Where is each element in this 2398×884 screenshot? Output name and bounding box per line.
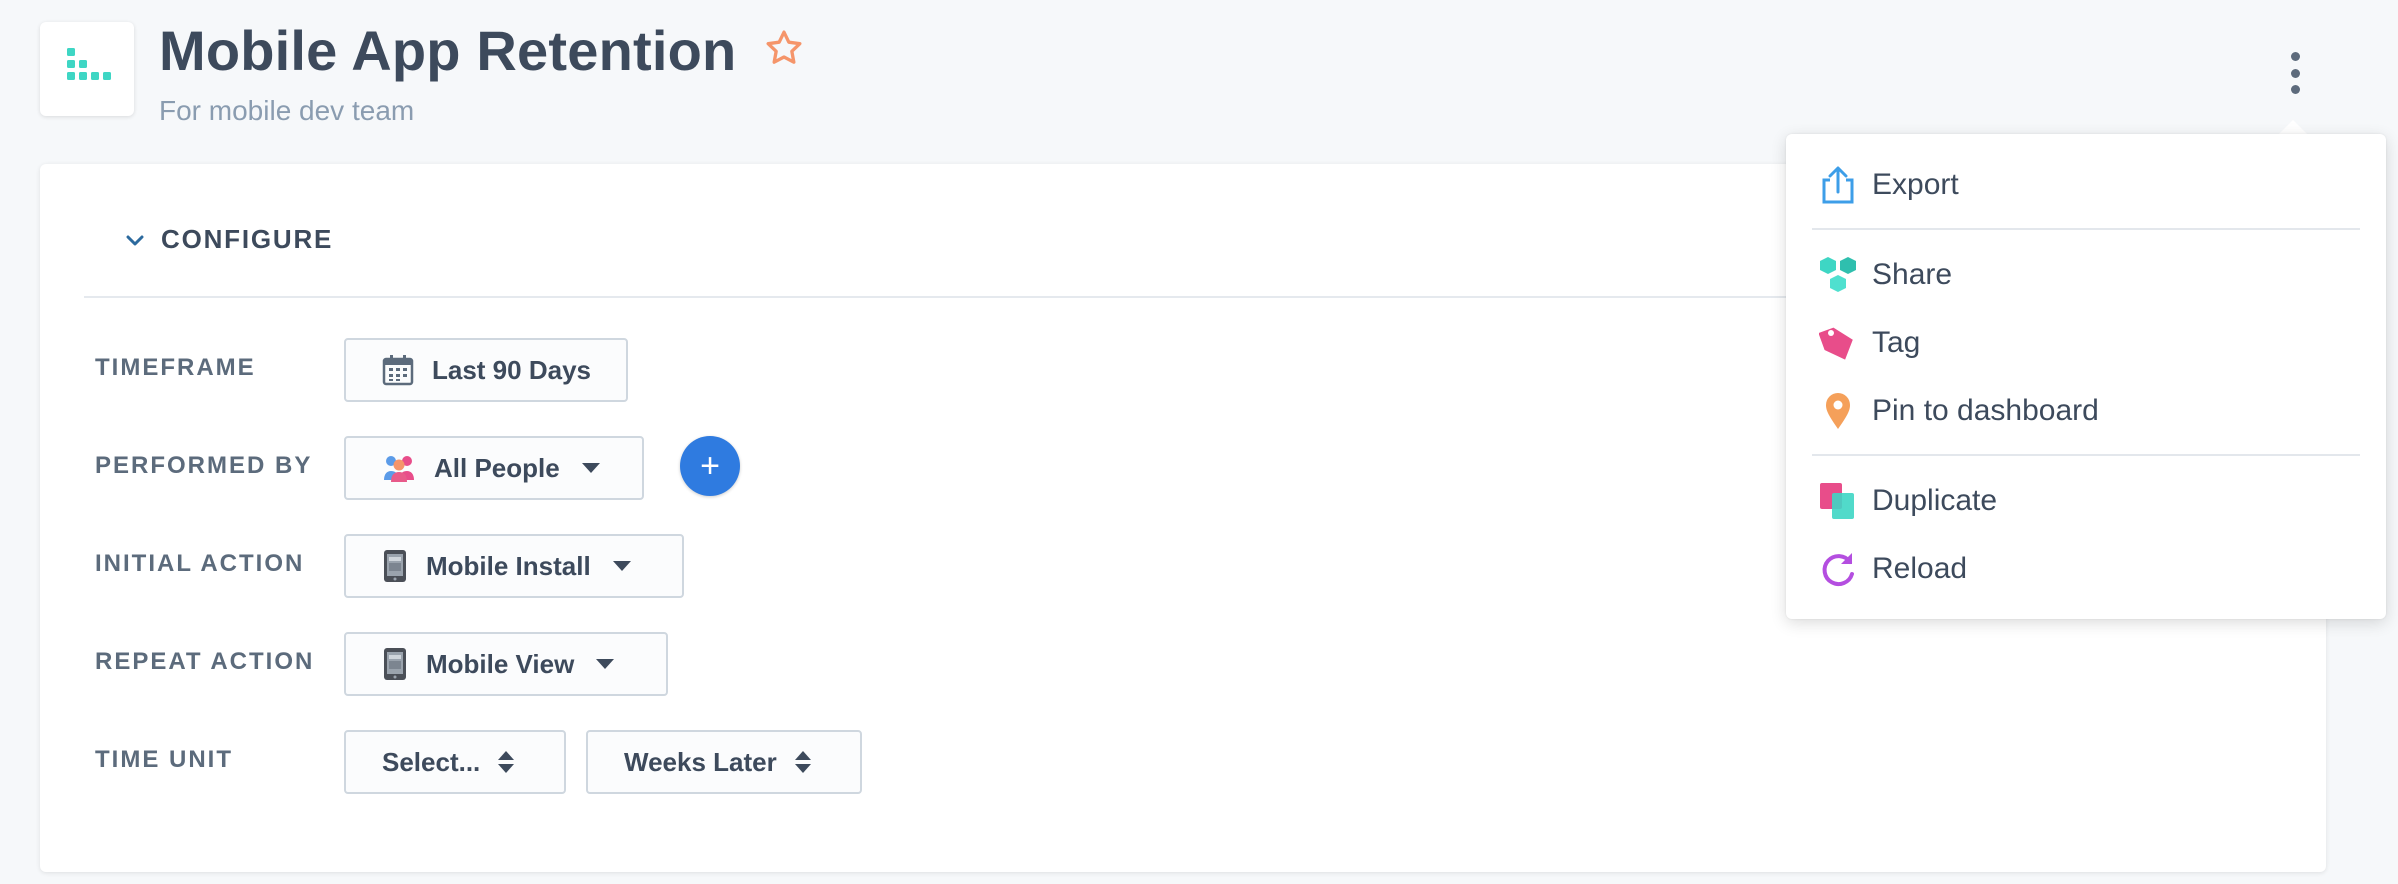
tag-icon xyxy=(1818,323,1858,363)
menu-item-pin-to-dashboard[interactable]: Pin to dashboard xyxy=(1786,381,2386,441)
initial-action-label: INITIAL ACTION xyxy=(95,550,305,577)
performed-by-value: All People xyxy=(434,452,560,483)
menu-item-label: Pin to dashboard xyxy=(1872,394,2099,427)
initial-action-value: Mobile Install xyxy=(426,550,591,581)
configure-label: CONFIGURE xyxy=(161,224,334,254)
page-subtitle: For mobile dev team xyxy=(159,95,415,126)
menu-divider xyxy=(1812,454,2360,456)
menu-item-tag[interactable]: Tag xyxy=(1786,313,2386,373)
pin-icon xyxy=(1818,391,1858,431)
favorite-star-icon[interactable] xyxy=(764,28,804,68)
time-unit-label: TIME UNIT xyxy=(95,746,233,773)
menu-item-share[interactable]: Share xyxy=(1786,245,2386,305)
caret-down-icon xyxy=(596,659,615,669)
reload-icon xyxy=(1818,549,1858,589)
time-unit-select-value: Select... xyxy=(382,746,481,777)
timeframe-button[interactable]: Last 90 Days xyxy=(344,338,628,402)
menu-item-label: Reload xyxy=(1872,552,1968,585)
export-icon xyxy=(1818,165,1858,205)
options-menu: Export Share Tag Pin to dashboard Duplic… xyxy=(1786,134,2386,619)
timeframe-label: TIMEFRAME xyxy=(95,354,256,381)
repeat-action-dropdown[interactable]: Mobile View xyxy=(344,632,668,696)
repeat-action-label: REPEAT ACTION xyxy=(95,648,315,675)
menu-item-label: Export xyxy=(1872,168,1959,201)
menu-item-duplicate[interactable]: Duplicate xyxy=(1786,471,2386,531)
timeframe-value: Last 90 Days xyxy=(432,354,591,385)
share-icon xyxy=(1818,255,1858,295)
repeat-action-value: Mobile View xyxy=(426,648,575,679)
report-logo xyxy=(40,22,134,116)
time-unit-select[interactable]: Select... xyxy=(344,730,566,794)
mobile-phone-icon xyxy=(382,647,408,681)
retention-chart-icon xyxy=(67,48,111,80)
initial-action-dropdown[interactable]: Mobile Install xyxy=(344,534,684,598)
performed-by-dropdown[interactable]: All People xyxy=(344,436,644,500)
caret-down-icon xyxy=(612,561,631,571)
menu-item-label: Duplicate xyxy=(1872,484,1998,517)
menu-item-label: Share xyxy=(1872,258,1953,291)
weeks-later-value: Weeks Later xyxy=(624,746,777,777)
performed-by-label: PERFORMED BY xyxy=(95,452,313,479)
chevron-down-icon xyxy=(126,235,144,246)
menu-divider xyxy=(1812,228,2360,230)
weeks-later-select[interactable]: Weeks Later xyxy=(586,730,862,794)
menu-item-reload[interactable]: Reload xyxy=(1786,539,2386,599)
people-icon xyxy=(382,452,416,484)
sort-arrows-icon xyxy=(794,751,811,773)
menu-item-label: Tag xyxy=(1872,326,1921,359)
add-filter-button[interactable]: + xyxy=(680,436,740,496)
more-options-icon[interactable] xyxy=(2280,48,2310,98)
mobile-phone-icon xyxy=(382,549,408,583)
duplicate-icon xyxy=(1818,481,1858,521)
calendar-icon xyxy=(382,354,414,386)
page-title: Mobile App Retention xyxy=(159,19,737,82)
menu-item-export[interactable]: Export xyxy=(1786,155,2386,215)
sort-arrows-icon xyxy=(498,751,515,773)
caret-down-icon xyxy=(581,463,600,473)
